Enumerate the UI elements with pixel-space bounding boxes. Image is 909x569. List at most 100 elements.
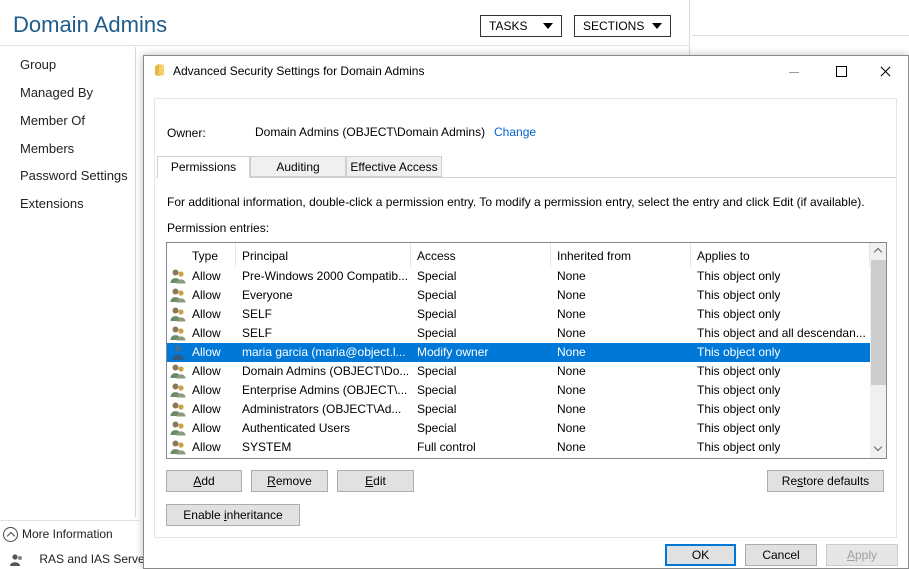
tab-effective-access[interactable]: Effective Access xyxy=(346,156,442,177)
restore-defaults-button[interactable]: Restore defaults xyxy=(767,470,884,492)
more-information-toggle[interactable]: More Information xyxy=(0,520,140,546)
cell-applies-to: This object only xyxy=(697,383,781,397)
cell-access: Special xyxy=(417,421,457,435)
group-icon xyxy=(170,325,186,341)
folder-icon xyxy=(155,64,164,76)
vertical-scrollbar[interactable] xyxy=(870,243,886,458)
cell-principal: Enterprise Admins (OBJECT\... xyxy=(242,383,408,397)
table-row[interactable]: Allow Everyone None Special This object only xyxy=(167,286,870,305)
cell-principal: Administrators (OBJECT\Ad... xyxy=(242,402,402,416)
remove-button[interactable]: Remove xyxy=(251,470,328,492)
ras-list-item[interactable]: RAS and IAS Server xyxy=(10,552,149,566)
close-icon[interactable] xyxy=(863,58,909,84)
tasks-label: TASKS xyxy=(489,19,528,33)
nav-item-member-of[interactable]: Member Of xyxy=(20,113,85,128)
column-header-access[interactable]: Access xyxy=(411,243,551,267)
table-row[interactable]: Allow Enterprise Admins (OBJECT\... None Sp… xyxy=(167,381,870,400)
cell-type: Allow xyxy=(192,269,221,283)
table-row[interactable]: Allow Pre-Windows 2000 Compatib... None Spe… xyxy=(167,267,870,286)
minimize-icon[interactable] xyxy=(771,58,817,84)
cell-applies-to: This object only xyxy=(697,364,781,378)
group-icon xyxy=(170,401,186,417)
nav-item-members[interactable]: Members xyxy=(20,141,74,156)
nav-item-group[interactable]: Group xyxy=(20,57,56,72)
cell-applies-to: This object only xyxy=(697,421,781,435)
cell-principal: Domain Admins (OBJECT\Do... xyxy=(242,364,408,378)
table-header: Type Principal Access Inherited from App… xyxy=(167,243,870,267)
tab-auditing[interactable]: Auditing xyxy=(250,156,346,177)
table-row[interactable]: Allow Administrators (OBJECT\Ad... None Spe… xyxy=(167,400,870,419)
cell-access: Special xyxy=(417,307,457,321)
cancel-button[interactable]: Cancel xyxy=(745,544,817,566)
cell-principal: maria garcia (maria@object.l... xyxy=(242,345,406,359)
cell-applies-to: This object only xyxy=(697,269,781,283)
permission-entries-list[interactable]: Type Principal Access Inherited from App… xyxy=(166,242,887,459)
cell-access: Special xyxy=(417,364,457,378)
cell-type: Allow xyxy=(192,383,221,397)
cell-inherited-from: None xyxy=(557,307,586,321)
cell-type: Allow xyxy=(192,421,221,435)
ok-button[interactable]: OK xyxy=(665,544,736,566)
more-information-label: More Information xyxy=(22,527,113,541)
nav-item-password-settings[interactable]: Password Settings xyxy=(20,168,128,183)
group-icon xyxy=(170,306,186,322)
column-header-type[interactable]: Type xyxy=(186,243,236,267)
cell-type: Allow xyxy=(192,364,221,378)
background-window-edge xyxy=(692,0,909,36)
column-header-principal[interactable]: Principal xyxy=(236,243,411,267)
sections-label: SECTIONS xyxy=(583,19,645,33)
table-row[interactable]: Allow Authenticated Users None Special This … xyxy=(167,419,870,438)
edit-button[interactable]: Edit xyxy=(337,470,414,492)
cell-applies-to: This object and all descendan... xyxy=(697,326,866,340)
cell-applies-to: This object only xyxy=(697,288,781,302)
table-row[interactable]: Allow SELF None Special This object and all … xyxy=(167,324,870,343)
ras-label: RAS and IAS Server xyxy=(39,552,149,566)
cell-principal: Pre-Windows 2000 Compatib... xyxy=(242,269,408,283)
apply-button[interactable]: Apply xyxy=(826,544,898,566)
cell-principal: SYSTEM xyxy=(242,440,292,454)
nav-item-managed-by[interactable]: Managed By xyxy=(20,85,93,100)
owner-label: Owner: xyxy=(167,126,206,140)
cell-access: Special xyxy=(417,402,457,416)
cell-applies-to: This object only xyxy=(697,345,781,359)
cell-access: Special xyxy=(417,326,457,340)
section-nav: Group Managed By Member Of Members Passw… xyxy=(0,47,136,517)
group-icon xyxy=(170,420,186,436)
cell-access: Special xyxy=(417,383,457,397)
cell-inherited-from: None xyxy=(557,269,586,283)
cell-inherited-from: None xyxy=(557,440,586,454)
dialog-body: Owner: Domain Admins (OBJECT\Domain Admi… xyxy=(154,98,897,538)
cell-principal: SELF xyxy=(242,326,273,340)
cell-inherited-from: None xyxy=(557,288,586,302)
table-row[interactable]: Allow SELF None Special This object only xyxy=(167,305,870,324)
maximize-icon[interactable] xyxy=(817,58,863,84)
column-header-applies-to[interactable]: Applies to xyxy=(691,243,870,267)
dialog-titlebar[interactable]: Advanced Security Settings for Domain Ad… xyxy=(144,56,908,86)
enable-inheritance-button[interactable]: Enable inheritance xyxy=(166,504,300,526)
dialog-title: Advanced Security Settings for Domain Ad… xyxy=(173,64,425,78)
group-icon xyxy=(170,382,186,398)
cell-access: Special xyxy=(417,269,457,283)
table-row[interactable]: Allow SYSTEM None Full control This object o… xyxy=(167,438,870,457)
sections-dropdown[interactable]: SECTIONS xyxy=(574,15,671,37)
advanced-security-dialog: Advanced Security Settings for Domain Ad… xyxy=(143,55,909,569)
add-button[interactable]: Add xyxy=(166,470,242,492)
tasks-dropdown[interactable]: TASKS xyxy=(480,15,562,37)
tab-permissions[interactable]: Permissions xyxy=(157,156,250,178)
cell-type: Allow xyxy=(192,440,221,454)
nav-item-extensions[interactable]: Extensions xyxy=(20,196,84,211)
table-row[interactable]: Allow maria garcia (maria@object.l... None… xyxy=(167,343,870,362)
user-group-icon xyxy=(10,554,22,566)
table-row[interactable]: Allow Domain Admins (OBJECT\Do... None Spec… xyxy=(167,362,870,381)
scroll-down-arrow-icon[interactable] xyxy=(870,441,886,458)
column-header-inherited-from[interactable]: Inherited from xyxy=(551,243,691,267)
cell-applies-to: This object only xyxy=(697,440,781,454)
scroll-up-arrow-icon[interactable] xyxy=(870,243,886,260)
cell-applies-to: This object only xyxy=(697,402,781,416)
cell-inherited-from: None xyxy=(557,364,586,378)
group-icon xyxy=(170,363,186,379)
change-owner-link[interactable]: Change xyxy=(494,125,536,139)
scrollbar-thumb[interactable] xyxy=(871,260,886,385)
chevron-up-icon xyxy=(3,527,18,542)
cell-type: Allow xyxy=(192,288,221,302)
